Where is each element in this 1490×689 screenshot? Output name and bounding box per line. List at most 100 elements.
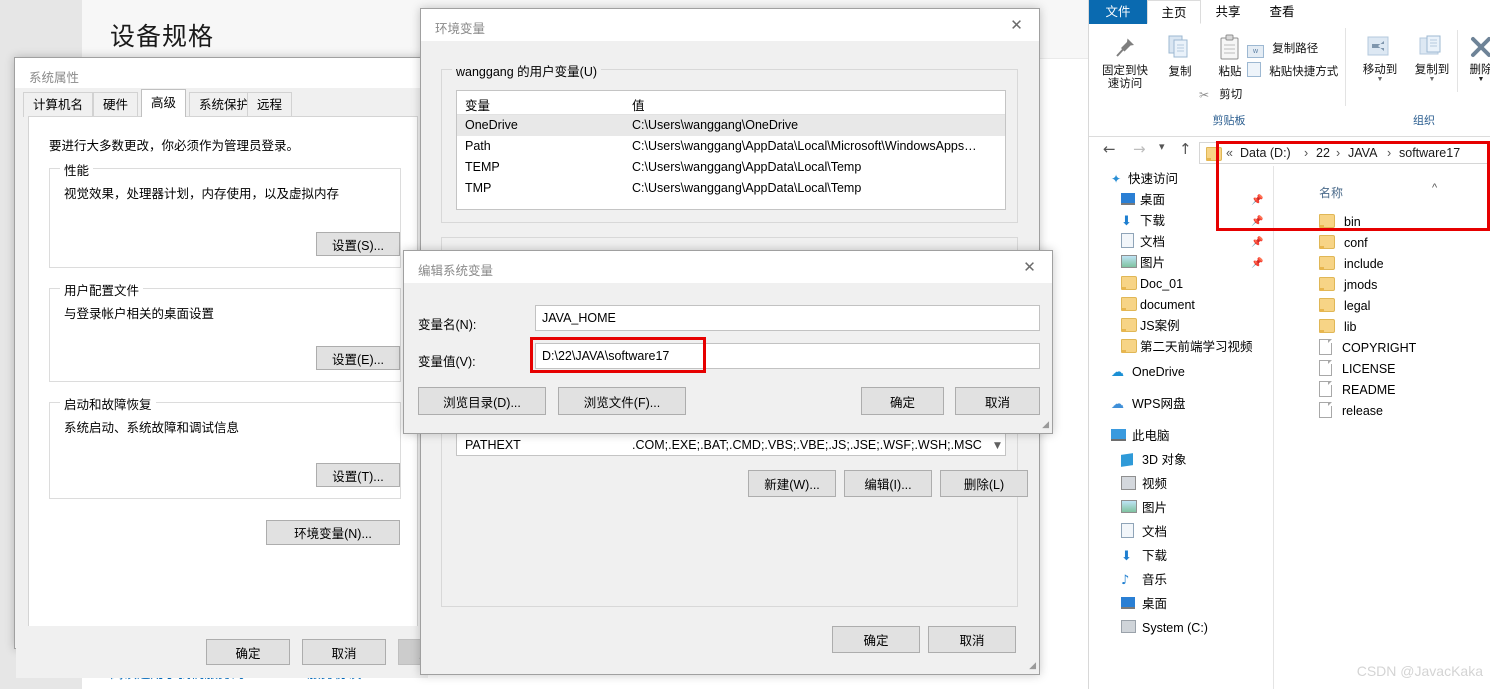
close-icon[interactable]: ✕ <box>994 9 1039 40</box>
edit-variable-cancel-button[interactable]: 取消 <box>955 387 1040 415</box>
tab-view[interactable]: 查看 <box>1255 0 1309 24</box>
list-item[interactable]: README <box>1319 380 1395 401</box>
pin-to-quick-access-button[interactable]: 固定到快 速访问 <box>1095 34 1155 91</box>
list-item[interactable]: include <box>1319 254 1384 275</box>
sidebar-item-this-pc[interactable]: 此电脑 <box>1111 426 1170 447</box>
tab-home[interactable]: 主页 <box>1147 0 1201 24</box>
drive-icon <box>1121 620 1136 633</box>
sidebar-item-wps-cloud[interactable]: ☁ WPS网盘 <box>1111 394 1185 415</box>
sidebar-item-pictures[interactable]: 图片 <box>1121 253 1165 274</box>
list-item[interactable]: COPYRIGHT <box>1319 338 1416 359</box>
pin-icon[interactable]: 📌 <box>1251 195 1263 206</box>
copy-button[interactable]: 复制 <box>1156 34 1204 79</box>
startup-recovery-settings-button[interactable]: 设置(T)... <box>316 463 400 487</box>
sidebar-item-desktop-2[interactable]: 桌面 <box>1121 594 1167 615</box>
edit-system-variable-button[interactable]: 编辑(I)... <box>844 470 932 497</box>
user-variables-listview[interactable]: 变量 值 OneDrive C:\Users\wanggang\OneDrive… <box>456 90 1006 210</box>
breadcrumb-item-data-d[interactable]: Data (D:) <box>1240 146 1291 160</box>
clipboard-group-label: 剪贴板 <box>1212 115 1246 127</box>
performance-settings-button[interactable]: 设置(S)... <box>316 232 400 256</box>
chevron-down-icon[interactable]: ▼ <box>1407 76 1457 83</box>
variable-value: C:\Users\wanggang\AppData\Local\Temp <box>632 181 862 195</box>
edit-variable-ok-button[interactable]: 确定 <box>861 387 944 415</box>
breadcrumb-bar[interactable]: « Data (D:) › 22 › JAVA › software17 <box>1199 142 1490 164</box>
breadcrumb-item-software17[interactable]: software17 <box>1399 146 1460 160</box>
pin-icon[interactable]: 📌 <box>1251 216 1263 227</box>
table-row[interactable]: PATHEXT .COM;.EXE;.BAT;.CMD;.VBS;.VBE;.J… <box>457 435 1005 456</box>
tab-remote[interactable]: 远程 <box>247 92 293 117</box>
back-arrow-icon[interactable]: ← <box>1103 140 1116 158</box>
sidebar-item-label: System (C:) <box>1142 621 1208 635</box>
cut-button[interactable]: ✂ 剪切 <box>1199 86 1242 102</box>
delete-system-variable-button[interactable]: 删除(L) <box>940 470 1028 497</box>
edit-system-variable-dialog: 编辑系统变量 ✕ 变量名(N): JAVA_HOME 变量值(V): D:\22… <box>403 250 1053 434</box>
table-row[interactable]: Path C:\Users\wanggang\AppData\Local\Mic… <box>457 136 1005 157</box>
table-row[interactable]: TEMP C:\Users\wanggang\AppData\Local\Tem… <box>457 157 1005 178</box>
envvars-ok-button[interactable]: 确定 <box>832 626 920 653</box>
up-arrow-icon[interactable]: ↑ <box>1179 140 1192 158</box>
tab-hardware[interactable]: 硬件 <box>93 92 139 117</box>
chevron-down-icon[interactable]: ▾ <box>1159 140 1165 153</box>
copy-path-button[interactable]: w 复制路径 <box>1247 40 1318 58</box>
sidebar-item-downloads[interactable]: ⬇ 下载 <box>1121 211 1165 232</box>
sidebar-item-3d-objects[interactable]: 3D 对象 <box>1121 450 1186 471</box>
sidebar-item-document[interactable]: document <box>1121 295 1195 316</box>
sidebar-item-label: 下载 <box>1140 214 1166 228</box>
breadcrumb-overflow[interactable]: « <box>1226 146 1233 160</box>
pin-icon[interactable]: 📌 <box>1251 237 1263 248</box>
sidebar-item-doc01[interactable]: Doc_01 <box>1121 274 1183 295</box>
chevron-down-icon[interactable]: ▼ <box>990 441 1005 451</box>
sidebar-item-music[interactable]: ♪ 音乐 <box>1121 570 1167 591</box>
sysprops-ok-button[interactable]: 确定 <box>206 639 290 665</box>
sidebar-item-downloads-2[interactable]: ⬇ 下载 <box>1121 546 1167 567</box>
list-item[interactable]: bin <box>1319 212 1361 233</box>
breadcrumb-item-java[interactable]: JAVA <box>1348 146 1377 160</box>
table-row[interactable]: OneDrive C:\Users\wanggang\OneDrive <box>457 115 1005 136</box>
tab-share[interactable]: 共享 <box>1201 0 1255 24</box>
folder-icon <box>1121 276 1137 290</box>
list-item[interactable]: LICENSE <box>1319 359 1396 380</box>
chevron-down-icon[interactable]: ▼ <box>1355 76 1405 83</box>
sidebar-item-pictures-2[interactable]: 图片 <box>1121 498 1167 519</box>
music-icon: ♪ <box>1121 573 1130 588</box>
browse-directory-button[interactable]: 浏览目录(D)... <box>418 387 546 415</box>
sidebar-item-documents-2[interactable]: 文档 <box>1121 522 1167 543</box>
sidebar-item-js-case[interactable]: JS案例 <box>1121 316 1180 337</box>
copy-to-button[interactable]: 复制到 ▼ <box>1407 34 1457 83</box>
sidebar-item-day2-frontend-video[interactable]: 第二天前端学习视频 <box>1121 337 1253 358</box>
tab-computer-name[interactable]: 计算机名 <box>23 92 94 117</box>
tab-file[interactable]: 文件 <box>1089 0 1147 24</box>
variable-name-input[interactable]: JAVA_HOME <box>535 305 1040 331</box>
move-to-button[interactable]: 移动到 ▼ <box>1355 34 1405 83</box>
sidebar-item-quick-access[interactable]: ✦ 快速访问 <box>1111 169 1178 190</box>
list-item[interactable]: release <box>1319 401 1383 422</box>
delete-button[interactable]: 删除 ▼ <box>1458 34 1490 83</box>
browse-file-button[interactable]: 浏览文件(F)... <box>558 387 686 415</box>
sysprops-cancel-button[interactable]: 取消 <box>302 639 386 665</box>
chevron-down-icon[interactable]: ▼ <box>1458 76 1490 83</box>
user-profiles-settings-button[interactable]: 设置(E)... <box>316 346 400 370</box>
sidebar-item-videos[interactable]: 视频 <box>1121 474 1167 495</box>
sidebar-item-documents[interactable]: 文档 <box>1121 232 1165 253</box>
list-item[interactable]: jmods <box>1319 275 1377 296</box>
table-row[interactable]: TMP C:\Users\wanggang\AppData\Local\Temp <box>457 178 1005 199</box>
paste-shortcut-button[interactable]: 粘贴快捷方式 <box>1247 62 1338 79</box>
breadcrumb-item-22[interactable]: 22 <box>1316 146 1330 160</box>
list-item[interactable]: lib <box>1319 317 1357 338</box>
column-header-name[interactable]: 名称 <box>1319 184 1343 201</box>
sidebar-item-desktop[interactable]: 桌面 <box>1121 190 1165 211</box>
list-item[interactable]: legal <box>1319 296 1370 317</box>
sidebar-item-system-c[interactable]: System (C:) <box>1121 618 1208 639</box>
close-icon[interactable]: ✕ <box>1007 251 1052 282</box>
resize-grip-icon[interactable]: ◢ <box>1037 419 1049 431</box>
pin-icon[interactable]: 📌 <box>1251 258 1263 269</box>
tab-advanced[interactable]: 高级 <box>141 89 187 117</box>
resize-grip-icon[interactable]: ◢ <box>1024 660 1036 672</box>
variable-value-input[interactable]: D:\22\JAVA\software17 <box>535 343 1040 369</box>
environment-variables-button[interactable]: 环境变量(N)... <box>266 520 400 545</box>
envvars-cancel-button[interactable]: 取消 <box>928 626 1016 653</box>
new-system-variable-button[interactable]: 新建(W)... <box>748 470 836 497</box>
list-item[interactable]: conf <box>1319 233 1368 254</box>
sidebar-item-onedrive[interactable]: ☁ OneDrive <box>1111 362 1185 383</box>
address-bar: ← → ▾ ↑ « Data (D:) › 22 › JAVA › softwa… <box>1089 136 1490 164</box>
